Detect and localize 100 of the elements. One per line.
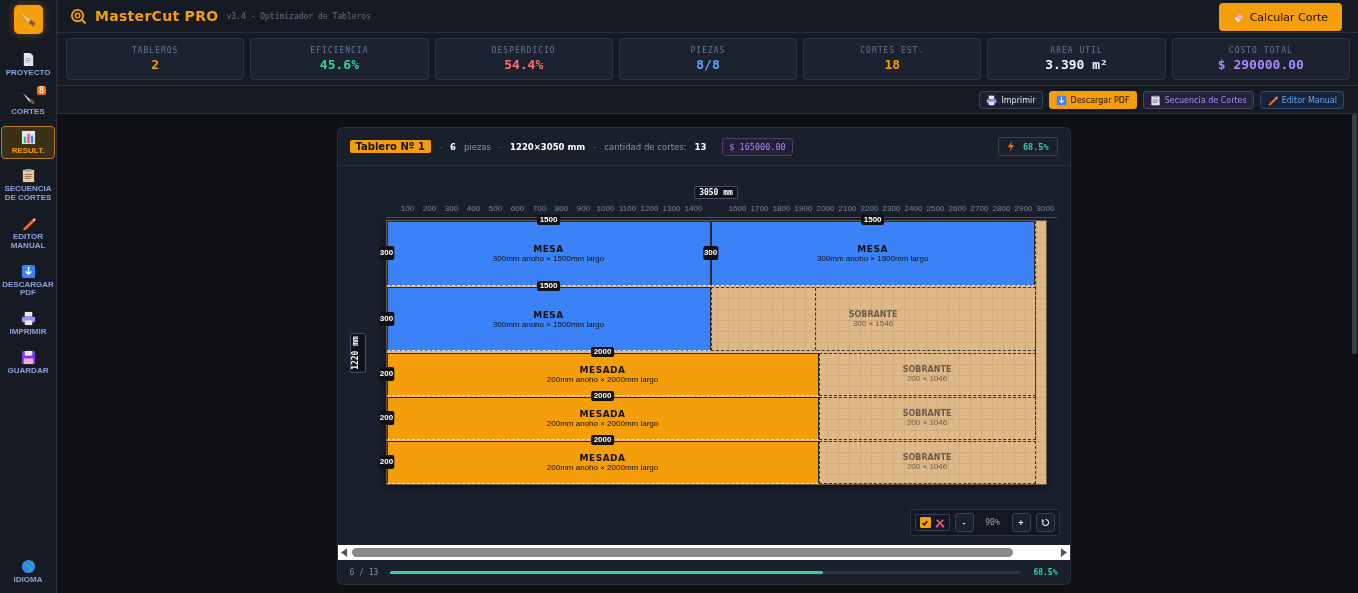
toolbar-button[interactable]: Imprimir <box>979 91 1043 109</box>
progress-percent: 68.5% <box>1033 567 1058 577</box>
piece-dimensions: 200mm anoho × 2000mm largo <box>546 462 659 472</box>
ruler-label: 1300 <box>662 204 681 213</box>
sidebar-label: GUARDAR <box>7 366 49 376</box>
stat-value: 3.390 m² <box>1045 57 1108 72</box>
sidebar-item[interactable]: EDITOR MANUAL <box>1 212 55 255</box>
saw-icon <box>20 90 36 106</box>
stat-value: 8/8 <box>696 57 720 72</box>
ruler-label: 1700 <box>750 204 769 213</box>
separator: - <box>593 141 597 152</box>
sidebar-item[interactable]: SECUENCIA DE CORTES <box>1 164 55 207</box>
reset-button[interactable] <box>1035 513 1055 532</box>
board-stat: 13 <box>694 141 707 152</box>
ruler-label: 2600 <box>948 204 967 213</box>
ruler-label: 1900 <box>794 204 813 213</box>
app-title: MasterCut PRO <box>95 8 219 24</box>
sidebar-item[interactable]: RESULT. <box>1 125 55 160</box>
zoom-level: 90% <box>984 518 1001 527</box>
height-tag: 300 <box>378 246 395 261</box>
stat-label: COSTO TOTAL <box>1228 46 1293 55</box>
ruler-label: 2400 <box>904 204 923 213</box>
sidebar-label: CORTES <box>11 107 45 117</box>
scroll-right-icon[interactable] <box>1059 548 1067 557</box>
ruler-label: 1600 <box>728 204 747 213</box>
toolbar-button[interactable]: Editor Manual <box>1259 91 1344 109</box>
piece-dimensions: 200mm anoho × 2000mm largo <box>546 374 659 384</box>
zoom-in-button[interactable]: + <box>1011 513 1031 532</box>
sidebar-label: PROYECTO <box>5 69 51 78</box>
piece-dimensions: 300mm anoho × 1500mm largo <box>816 253 929 263</box>
printer-icon <box>986 94 998 106</box>
pencil-icon <box>20 216 36 231</box>
piece-name: MESADA <box>579 364 626 375</box>
toolbar-button[interactable]: Secuencia de Cortes <box>1142 91 1254 109</box>
stat-label: DESPERDICIO <box>491 46 556 55</box>
download-icon <box>20 263 36 279</box>
width-tag: 2000 <box>590 346 615 357</box>
sidebar-item[interactable]: IMPRIMIR <box>1 307 55 341</box>
zoom-out-button[interactable]: - <box>954 513 974 532</box>
calculate-button[interactable]: Calcular Corte <box>1218 3 1342 31</box>
piece-name: MESA <box>533 243 564 254</box>
checkbox[interactable] <box>919 517 931 528</box>
sidebar-label: SECUENCIA DE CORTES <box>3 185 53 203</box>
sidebar-label: DESCARGAR PDF <box>2 280 54 299</box>
scroll-left-icon[interactable] <box>340 548 348 557</box>
globe-icon <box>20 559 36 575</box>
board-title: Tablero Nº 1 <box>349 140 431 153</box>
sidebar-label: EDITOR MANUAL <box>9 233 47 251</box>
leftover-dimensions: 200 × 1046 <box>906 374 948 384</box>
sidebar-label: IDIOMA <box>13 576 43 585</box>
sidebar-item[interactable]: IDIOMA <box>1 555 55 589</box>
vertical-scrollbar[interactable] <box>1352 114 1357 354</box>
stat-label: AREA UTIL <box>1050 46 1103 55</box>
stat-label: EFICIENCIA <box>310 46 369 55</box>
efficiency-value: 68.5% <box>1022 141 1049 152</box>
sidebar-item[interactable]: GUARDAR <box>1 345 55 380</box>
stat-label: TABLEROS <box>131 46 179 55</box>
stat-value: 18 <box>884 57 901 72</box>
reset-icon <box>1040 518 1050 527</box>
count-badge: 8 <box>36 85 46 95</box>
piece-name: MESADA <box>579 452 626 463</box>
piece-name: MESA <box>857 243 888 254</box>
ruler-label: 200 <box>422 204 437 213</box>
board-stat: 1220×3050 mm <box>510 141 586 152</box>
ruler-label: 100 <box>400 204 415 213</box>
sidebar-item[interactable]: PROYECTO <box>1 48 55 82</box>
piece-name: MESA <box>533 309 564 320</box>
board-stat: 6 <box>449 141 456 152</box>
clipboard-icon <box>20 168 36 184</box>
sidebar-item[interactable]: 8 CORTES <box>1 86 55 121</box>
pencil-icon <box>1266 94 1278 106</box>
ruler-label: 1800 <box>772 204 791 213</box>
stat-value: $ 290000.00 <box>1217 57 1304 72</box>
ruler-label: 1200 <box>640 204 659 213</box>
lightning-icon <box>1006 141 1015 152</box>
piece-dimensions: 200mm anoho × 2000mm largo <box>546 418 659 428</box>
width-tag: 1500 <box>536 215 561 225</box>
ruler-label: 2000 <box>816 204 835 213</box>
show-cuts-toggle[interactable] <box>914 514 950 531</box>
leftover-name: SOBRANTE <box>848 310 898 320</box>
ruler-label: 900 <box>576 204 591 213</box>
horizontal-scrollbar[interactable] <box>337 545 1070 560</box>
leftover-dimensions: 300 × 1546 <box>852 319 894 329</box>
toolbar-button[interactable]: Descargar PDF <box>1048 91 1137 109</box>
piece-dimensions: 300mm anoho × 1500mm largo <box>492 319 605 329</box>
leftover-dimensions: 200 × 1046 <box>906 418 948 428</box>
sidebar-item[interactable]: DESCARGAR PDF <box>1 259 55 303</box>
ruler-label: 2700 <box>970 204 989 213</box>
stat-value: 54.4% <box>504 57 544 72</box>
ruler-label: 300 <box>444 204 459 213</box>
clipboard-icon <box>1149 94 1161 106</box>
app-subtitle: v3.4 - Optimizador de Tableros <box>226 11 371 21</box>
piece-dimensions: 300mm anoho × 1500mm largo <box>492 253 605 263</box>
sidebar-label: RESULT. <box>11 146 45 156</box>
ruler-label: 1400 <box>684 204 703 213</box>
height-tag: 200 <box>378 367 395 382</box>
width-tag: 2000 <box>590 390 615 401</box>
ruler-label: 400 <box>466 204 481 213</box>
app-logo[interactable] <box>13 5 43 34</box>
stat-label: PIEZAS <box>690 46 726 55</box>
